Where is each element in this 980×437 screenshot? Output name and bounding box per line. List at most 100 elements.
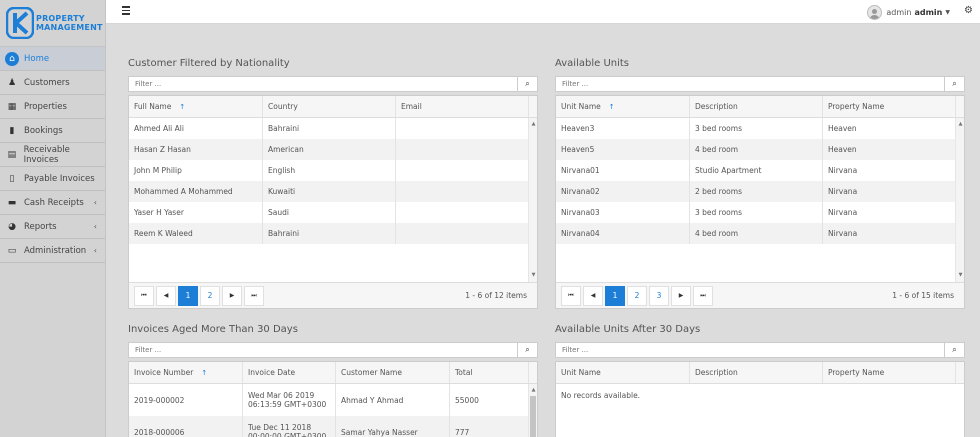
column-header[interactable]: Customer Name [336, 362, 450, 383]
customers-title: Customer Filtered by Nationality [128, 58, 290, 69]
column-header[interactable]: Full Name ↑ [129, 96, 263, 117]
user-icon: ♟ [7, 77, 17, 88]
sidebar-item-label: Payable Invoices [24, 173, 95, 184]
units30-grid-header: Unit Name Description Property Name [556, 362, 964, 384]
customers-grid-header: Full Name ↑ Country Email [129, 96, 537, 118]
first-page-icon[interactable]: ⏮ [134, 285, 154, 306]
invoice-icon: ▤ [7, 149, 17, 160]
search-icon[interactable]: ⌕ [944, 77, 964, 91]
table-row[interactable]: 2018-000006 Tue Dec 11 2018 00:00:00 GMT+… [129, 416, 537, 437]
menu-toggle-icon[interactable] [122, 6, 130, 15]
gear-icon[interactable]: ⚙ [964, 5, 973, 16]
sidebar-item-administration[interactable]: ▭ Administration ‹ [0, 239, 105, 263]
chevron-left-icon: ‹ [93, 198, 97, 207]
column-header[interactable]: Unit Name ↑ [556, 96, 690, 117]
page-button[interactable]: 1 [178, 285, 198, 306]
first-page-icon[interactable]: ⏮ [561, 285, 581, 306]
customers-filter-input[interactable] [129, 77, 517, 91]
sidebar-item-reports[interactable]: ◕ Reports ‹ [0, 215, 105, 239]
next-page-icon[interactable]: ▶ [222, 285, 242, 306]
table-cell [396, 223, 529, 244]
next-page-icon[interactable]: ▶ [671, 285, 691, 306]
column-header[interactable]: Description [690, 362, 823, 383]
table-row[interactable]: Reem K Waleed Bahraini [129, 223, 537, 244]
table-cell: Nirvana02 [556, 181, 690, 202]
column-header[interactable]: Property Name [823, 96, 956, 117]
table-cell [396, 139, 529, 160]
table-cell [396, 202, 529, 223]
table-cell: Bahraini [263, 223, 396, 244]
table-row[interactable]: Nirvana03 3 bed rooms Nirvana [556, 202, 964, 223]
scrollbar-thumb[interactable] [530, 396, 536, 437]
table-row[interactable]: Hasan Z Hasan American [129, 139, 537, 160]
search-icon[interactable]: ⌕ [517, 77, 537, 91]
sidebar-nav: ⌂ Home ♟ Customers ▦ Properties ▮ Bookings ▤ Rece… [0, 47, 105, 263]
table-cell: Kuwaiti [263, 181, 396, 202]
table-row[interactable]: Nirvana02 2 bed rooms Nirvana [556, 181, 964, 202]
units-filter-input[interactable] [556, 77, 944, 91]
units30-filter-input[interactable] [556, 343, 944, 357]
sidebar-item-payable-invoices[interactable]: ▯ Payable Invoices [0, 167, 105, 191]
page-button[interactable]: 2 [200, 285, 220, 306]
page-button[interactable]: 2 [627, 285, 647, 306]
table-row[interactable]: Nirvana01 Studio Apartment Nirvana [556, 160, 964, 181]
column-header[interactable]: Email [396, 96, 529, 117]
sidebar-item-receivable-invoices[interactable]: ▤ Receivable Invoices [0, 143, 105, 167]
page-button[interactable]: 3 [649, 285, 669, 306]
last-page-icon[interactable]: ⏭ [244, 285, 264, 306]
column-header[interactable]: Country [263, 96, 396, 117]
table-row[interactable]: Mohammed A Mohammed Kuwaiti [129, 181, 537, 202]
scrollbar[interactable]: ▲ ▼ [955, 118, 964, 282]
sidebar-item-home[interactable]: ⌂ Home [0, 47, 105, 71]
invoices-grid-body: 2019-000002 Wed Mar 06 2019 06:13:59 GMT+… [129, 384, 537, 437]
table-row[interactable]: John M Philip English [129, 160, 537, 181]
table-row[interactable]: Ahmed Ali Ali Bahraini [129, 118, 537, 139]
last-page-icon[interactable]: ⏭ [693, 285, 713, 306]
prev-page-icon[interactable]: ◀ [583, 285, 603, 306]
home-icon: ⌂ [5, 51, 19, 66]
table-cell: 3 bed rooms [690, 202, 823, 223]
table-cell [396, 118, 529, 139]
column-header[interactable]: Description [690, 96, 823, 117]
column-header[interactable]: Total [450, 362, 529, 383]
table-row[interactable]: Yaser H Yaser Saudi [129, 202, 537, 223]
table-cell: Ahmed Ali Ali [129, 118, 263, 139]
table-cell: 777 [450, 416, 529, 437]
invoices-filter-input[interactable] [129, 343, 517, 357]
table-cell: Heaven5 [556, 139, 690, 160]
page-button[interactable]: 1 [605, 285, 625, 306]
table-row[interactable]: Heaven3 3 bed rooms Heaven [556, 118, 964, 139]
search-icon[interactable]: ⌕ [517, 343, 537, 357]
table-row[interactable]: Heaven5 4 bed room Heaven [556, 139, 964, 160]
caret-down-icon: ▼ [945, 8, 950, 16]
sidebar-item-customers[interactable]: ♟ Customers [0, 71, 105, 95]
chevron-left-icon: ‹ [93, 246, 97, 255]
sidebar-item-label: Customers [24, 77, 70, 88]
search-icon[interactable]: ⌕ [944, 343, 964, 357]
sidebar-item-cash-receipts[interactable]: ▬ Cash Receipts ‹ [0, 191, 105, 215]
table-row[interactable]: Nirvana04 4 bed room Nirvana [556, 223, 964, 244]
units-grid: Unit Name ↑ Description Property Name Hea… [555, 95, 965, 309]
column-header[interactable]: Unit Name [556, 362, 690, 383]
table-cell: Heaven [823, 139, 956, 160]
column-header[interactable]: Property Name [823, 362, 956, 383]
table-cell: Mohammed A Mohammed [129, 181, 263, 202]
sidebar-item-properties[interactable]: ▦ Properties [0, 95, 105, 119]
table-cell: American [263, 139, 396, 160]
app-logo[interactable]: PROPERTY MANAGEMENT [0, 0, 105, 47]
pager-info: 1 - 6 of 15 items [892, 291, 954, 300]
scrollbar[interactable]: ▲ [528, 384, 537, 437]
table-cell: Samar Yahya Nasser [336, 416, 450, 437]
table-cell: 2018-000006 [129, 416, 243, 437]
user-menu[interactable]: admin admin ▼ [867, 2, 950, 22]
units-panel: Available Units ⌕ Unit Name↑ Description… [555, 57, 965, 309]
column-header[interactable]: Invoice Date [243, 362, 336, 383]
table-row[interactable]: 2019-000002 Wed Mar 06 2019 06:13:59 GMT+… [129, 384, 537, 416]
column-header[interactable]: Invoice Number ↑ [129, 362, 243, 383]
scrollbar[interactable]: ▲ ▼ [528, 118, 537, 282]
sidebar-item-bookings[interactable]: ▮ Bookings [0, 119, 105, 143]
receipt-icon: ▬ [7, 197, 17, 208]
prev-page-icon[interactable]: ◀ [156, 285, 176, 306]
table-cell: Wed Mar 06 2019 06:13:59 GMT+0300 [243, 384, 336, 416]
sidebar-item-label: Receivable Invoices [23, 144, 70, 165]
